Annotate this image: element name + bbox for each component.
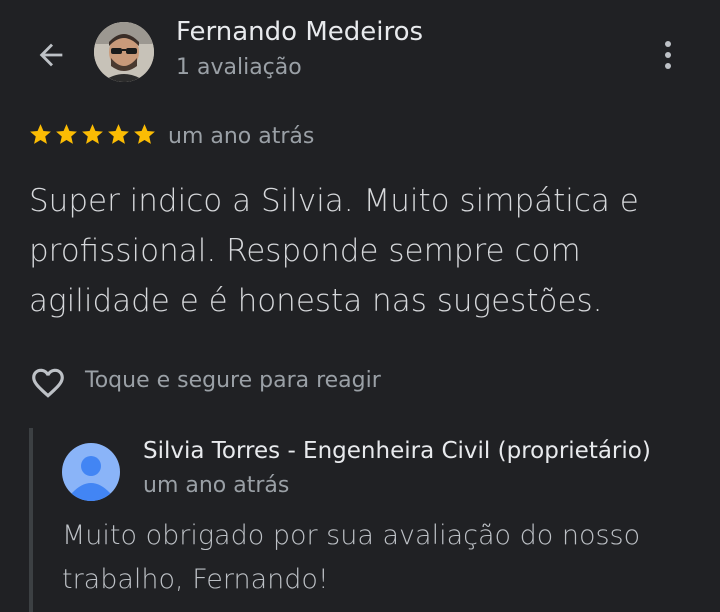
star-icon bbox=[134, 124, 155, 144]
reviewer-photo bbox=[94, 22, 154, 82]
review-text: Super indico a Silvia. Muito simpática e… bbox=[29, 183, 639, 319]
more-vert-icon bbox=[665, 41, 671, 69]
react-button[interactable] bbox=[28, 364, 68, 402]
person-icon bbox=[72, 456, 110, 501]
review-count: 1 avaliação bbox=[176, 55, 302, 80]
owner-avatar[interactable] bbox=[62, 443, 120, 501]
reviewer-name[interactable]: Fernando Medeiros bbox=[176, 17, 423, 47]
star-icon bbox=[56, 124, 77, 144]
star-icon bbox=[30, 124, 51, 144]
owner-name: Silvia Torres - Engenheira Civil (propri… bbox=[143, 438, 651, 464]
star-icon bbox=[108, 124, 129, 144]
react-hint[interactable]: Toque e segure para reagir bbox=[85, 368, 381, 393]
owner-reply-time: um ano atrás bbox=[143, 473, 290, 498]
star-rating bbox=[28, 122, 158, 152]
reviewer-avatar[interactable] bbox=[94, 22, 154, 82]
arrow-left-icon bbox=[39, 43, 63, 67]
back-button[interactable] bbox=[34, 38, 68, 72]
more-options-button[interactable] bbox=[656, 36, 680, 76]
reply-divider bbox=[29, 428, 33, 612]
review-time: um ano atrás bbox=[168, 124, 315, 149]
star-icon bbox=[82, 124, 103, 144]
heart-outline-icon bbox=[32, 368, 64, 398]
owner-reply-text: Muito obrigado por sua avaliação do noss… bbox=[62, 520, 641, 595]
